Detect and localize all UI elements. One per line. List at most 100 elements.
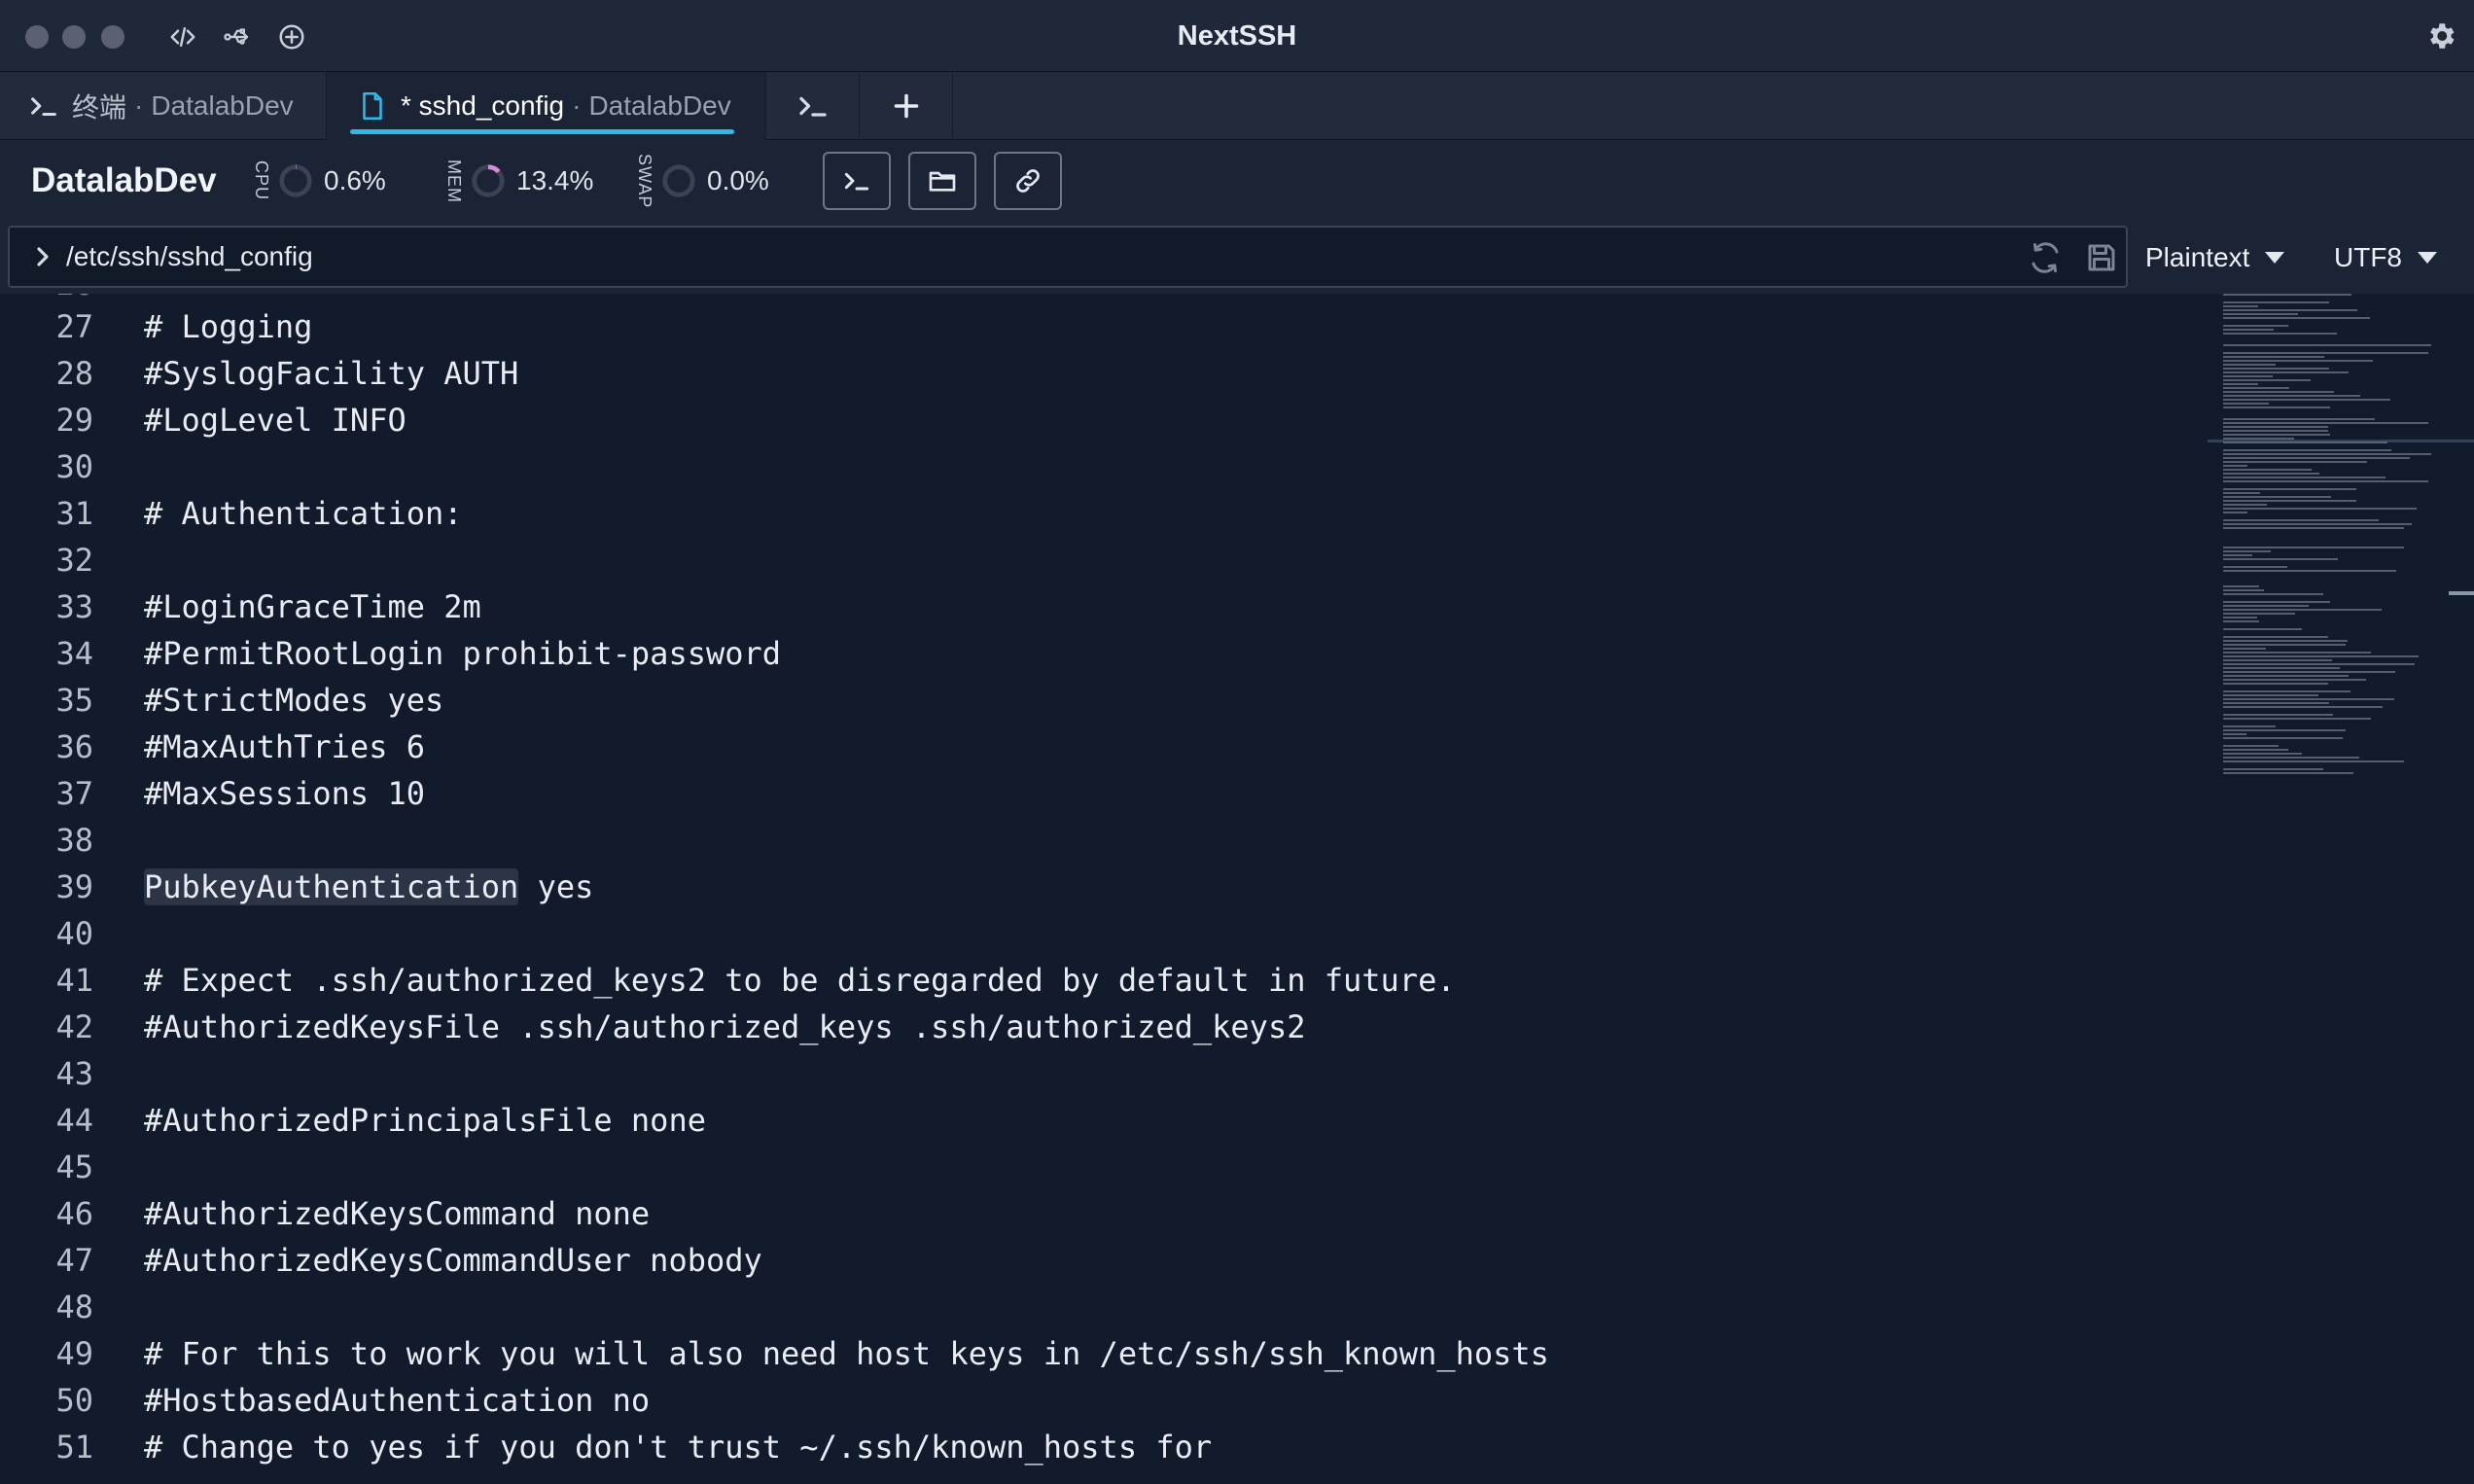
port-forward-button[interactable] xyxy=(994,152,1062,210)
encoding-select[interactable]: UTF8 xyxy=(2334,222,2437,294)
tab-host: DatalabDev xyxy=(588,90,731,121)
minimap-line xyxy=(2223,617,2258,618)
line-number: 43 xyxy=(55,1055,93,1092)
add-circle-icon[interactable] xyxy=(272,18,311,56)
code-line[interactable]: 36 #MaxAuthTries 6 xyxy=(0,724,2198,770)
line-text: #MaxSessions 10 xyxy=(144,775,425,812)
code-line[interactable]: 28 #SyslogFacility AUTH xyxy=(0,350,2198,397)
code-line[interactable]: 27 # Logging xyxy=(0,303,2198,350)
line-text: #HostbasedAuthentication no xyxy=(144,1382,651,1419)
code-line[interactable]: 43 xyxy=(0,1050,2198,1097)
code-line[interactable]: 37 #MaxSessions 10 xyxy=(0,770,2198,817)
line-text-rest: yes xyxy=(518,868,594,905)
code-line[interactable]: 42 #AuthorizedKeysFile .ssh/authorized_ke… xyxy=(0,1004,2198,1050)
code-line[interactable]: 33 #LoginGraceTime 2m xyxy=(0,583,2198,630)
line-number: 50 xyxy=(55,1382,93,1419)
code-line[interactable]: 30 xyxy=(0,443,2198,490)
line-number: 31 xyxy=(55,495,93,532)
open-terminal-button[interactable] xyxy=(823,152,891,210)
window-maximize-button[interactable] xyxy=(101,25,124,49)
line-number: 32 xyxy=(55,542,93,579)
tab-sshd-config[interactable]: * sshd_config · DatalabDev xyxy=(327,72,766,140)
line-number: 37 xyxy=(55,775,93,812)
code-line[interactable]: 41 # Expect .ssh/authorized_keys2 to be d… xyxy=(0,957,2198,1004)
code-line[interactable]: 47 #AuthorizedKeysCommandUser nobody xyxy=(0,1237,2198,1284)
tab-bar: 终端 · DatalabDev * sshd_config · DatalabD… xyxy=(0,72,2474,140)
minimap-line xyxy=(2223,745,2279,747)
code-line[interactable]: 49 # For this to work you will also need … xyxy=(0,1330,2198,1377)
new-tab-button[interactable] xyxy=(860,72,953,140)
minimap-line xyxy=(2223,737,2343,739)
terminal-icon xyxy=(844,172,869,191)
code-line[interactable]: 39 PubkeyAuthentication yes xyxy=(0,864,2198,910)
minimap-line xyxy=(2223,352,2429,354)
minimap-line xyxy=(2223,566,2288,568)
swap-metric: SWAP 0.0% xyxy=(634,140,769,222)
code-line[interactable]: 44 #AuthorizedPrincipalsFile none xyxy=(0,1097,2198,1144)
minimap-line xyxy=(2223,733,2247,735)
minimap-line xyxy=(2223,391,2335,393)
code-line[interactable]: 31 # Authentication: xyxy=(0,490,2198,537)
host-name: DatalabDev xyxy=(31,161,217,199)
usb-icon[interactable] xyxy=(218,18,257,56)
app-title: NextSSH xyxy=(1177,20,1297,52)
encoding-value: UTF8 xyxy=(2334,242,2402,272)
code-line[interactable]: 35 #StrictModes yes xyxy=(0,677,2198,724)
minimap-line xyxy=(2223,558,2338,560)
code-icon[interactable] xyxy=(163,18,202,56)
minimap-line xyxy=(2223,469,2313,471)
code-line[interactable]: 34 #PermitRootLogin prohibit-password xyxy=(0,630,2198,677)
code-line[interactable]: 45 xyxy=(0,1144,2198,1190)
app-window: NextSSH 终端 · DatalabDev * sshd_config · … xyxy=(0,0,2474,1484)
cpu-gauge-icon xyxy=(279,164,312,197)
minimap-line xyxy=(2223,644,2346,646)
minimap-line xyxy=(2223,325,2288,327)
file-path[interactable]: /etc/ssh/sshd_config xyxy=(66,228,313,286)
minimap-line xyxy=(2223,749,2288,751)
minimap-line xyxy=(2223,702,2329,704)
line-text: #AuthorizedPrincipalsFile none xyxy=(144,1102,706,1139)
code-line[interactable]: 48 xyxy=(0,1284,2198,1330)
tab-terminal[interactable]: 终端 · DatalabDev xyxy=(0,72,327,140)
code-line[interactable]: 29 #LogLevel INFO xyxy=(0,397,2198,443)
path-field[interactable]: /etc/ssh/sshd_config xyxy=(8,226,2128,288)
terminal-icon xyxy=(798,96,827,117)
code-line[interactable]: 40 xyxy=(0,910,2198,957)
code-line[interactable]: 46 #AuthorizedKeysCommand none xyxy=(0,1190,2198,1237)
code-editor[interactable]: 26 27# Logging28#SyslogFacility AUTH29#L… xyxy=(0,294,2474,1484)
minimap-line xyxy=(2223,613,2295,615)
open-files-button[interactable] xyxy=(908,152,976,210)
language-select[interactable]: Plaintext xyxy=(2145,222,2285,294)
minimap[interactable] xyxy=(2219,294,2456,1484)
code-line[interactable]: 38 xyxy=(0,817,2198,864)
chevron-right-icon[interactable] xyxy=(27,241,58,272)
scrollbar-thumb[interactable] xyxy=(2449,591,2474,595)
line-number: 47 xyxy=(55,1242,93,1279)
save-icon[interactable] xyxy=(2083,239,2120,276)
minimap-line xyxy=(2223,698,2395,700)
minimap-line xyxy=(2223,375,2273,377)
line-number: 35 xyxy=(55,682,93,719)
minimap-line xyxy=(2223,589,2264,591)
line-number: 41 xyxy=(55,962,93,999)
line-number: 28 xyxy=(55,355,93,392)
window-close-button[interactable] xyxy=(25,25,49,49)
plus-icon xyxy=(894,93,918,119)
settings-gear-icon[interactable] xyxy=(2421,17,2460,55)
new-terminal-button[interactable] xyxy=(766,72,860,140)
code-line[interactable]: 32 xyxy=(0,537,2198,583)
line-number: 29 xyxy=(55,402,93,439)
minimap-line xyxy=(2223,605,2309,607)
minimap-line xyxy=(2223,667,2340,669)
minimap-line xyxy=(2223,753,2303,755)
minimap-line xyxy=(2223,492,2260,494)
minimap-line xyxy=(2223,305,2258,307)
line-text: #PermitRootLogin prohibit-password xyxy=(144,635,782,672)
window-minimize-button[interactable] xyxy=(62,25,86,49)
code-line[interactable]: 51 # Change to yes if you don't trust ~/.… xyxy=(0,1424,2198,1470)
minimap-line xyxy=(2223,512,2247,513)
minimap-line xyxy=(2223,570,2397,572)
code-line[interactable]: 50 #HostbasedAuthentication no xyxy=(0,1377,2198,1424)
reload-icon[interactable] xyxy=(2027,239,2064,276)
title-bar: NextSSH xyxy=(0,0,2474,72)
